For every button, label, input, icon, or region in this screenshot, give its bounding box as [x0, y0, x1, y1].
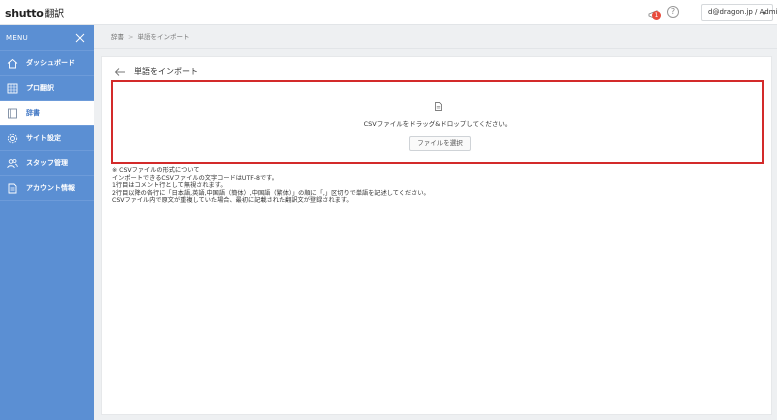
sidebar: MENU ダッシュボード プロ翻訳 辞書 サイト設定 スタッフ管理 アカウント情…: [0, 25, 94, 420]
notification-icon[interactable]: 1: [648, 6, 662, 20]
app-logo[interactable]: shutto翻訳: [5, 5, 64, 20]
import-panel: 単語をインポート CSVファイルをドラッグ&ドロップしてください。 ファイルを選…: [101, 56, 772, 415]
sidebar-item-label: サイト設定: [26, 134, 61, 142]
breadcrumb: 辞書 > 単語をインポート: [94, 25, 777, 49]
csv-format-notes: ※ CSVファイルの形式について インポートできるCSVファイルの文字コードはU…: [112, 167, 430, 205]
gear-icon: [7, 133, 18, 143]
sidebar-item-dashboard[interactable]: ダッシュボード: [0, 51, 94, 76]
help-icon[interactable]: ?: [667, 6, 679, 18]
close-icon[interactable]: [75, 33, 85, 43]
back-arrow-icon[interactable]: [114, 67, 126, 77]
chevron-down-icon: [762, 12, 766, 15]
sidebar-item-label: ダッシュボード: [26, 59, 75, 67]
breadcrumb-current: 単語をインポート: [137, 33, 190, 41]
file-icon: [435, 102, 442, 111]
notes-heading: ※ CSVファイルの形式について: [112, 167, 200, 174]
sidebar-item-label: プロ翻訳: [26, 84, 54, 92]
sidebar-item-staff-management[interactable]: スタッフ管理: [0, 151, 94, 176]
breadcrumb-dictionary-link[interactable]: 辞書: [111, 33, 124, 41]
notes-line: CSVファイル内で原文が重複していた場合、最初に記載された翻訳文が登録されます。: [112, 197, 353, 205]
notification-badge: 1: [652, 11, 661, 20]
dropzone-instruction: CSVファイルをドラッグ&ドロップしてください。: [363, 120, 512, 128]
logo-suffix: 翻訳: [44, 9, 64, 20]
home-icon: [7, 58, 18, 68]
user-account-dropdown[interactable]: d@dragon.jp / Admin: [701, 4, 777, 21]
document-icon: [8, 183, 17, 193]
grid-icon: [7, 83, 18, 93]
sidebar-item-label: 辞書: [26, 109, 40, 117]
chevron-right-icon: >: [128, 33, 134, 41]
sidebar-item-pro-translation[interactable]: プロ翻訳: [0, 76, 94, 101]
users-icon: [7, 158, 18, 168]
sidebar-item-label: アカウント情報: [26, 184, 75, 192]
menu-label: MENU: [6, 34, 29, 42]
book-icon: [8, 108, 17, 118]
sidebar-item-site-settings[interactable]: サイト設定: [0, 126, 94, 151]
notes-line: 1行目はコメント行として無視されます。: [112, 182, 227, 190]
select-file-button[interactable]: ファイルを選択: [409, 136, 471, 151]
logo-brand: shutto: [5, 7, 44, 20]
sidebar-item-label: スタッフ管理: [26, 159, 68, 167]
sidebar-item-account-info[interactable]: アカウント情報: [0, 176, 94, 201]
sidebar-item-dictionary[interactable]: 辞書: [0, 101, 94, 126]
page-title: 単語をインポート: [134, 67, 198, 76]
top-header: shutto翻訳 1 ? d@dragon.jp / Admin: [0, 0, 777, 25]
csv-dropzone[interactable]: CSVファイルをドラッグ&ドロップしてください。 ファイルを選択: [111, 80, 764, 164]
user-account-label: d@dragon.jp / Admin: [708, 8, 777, 16]
sidebar-menu-header: MENU: [0, 25, 94, 51]
